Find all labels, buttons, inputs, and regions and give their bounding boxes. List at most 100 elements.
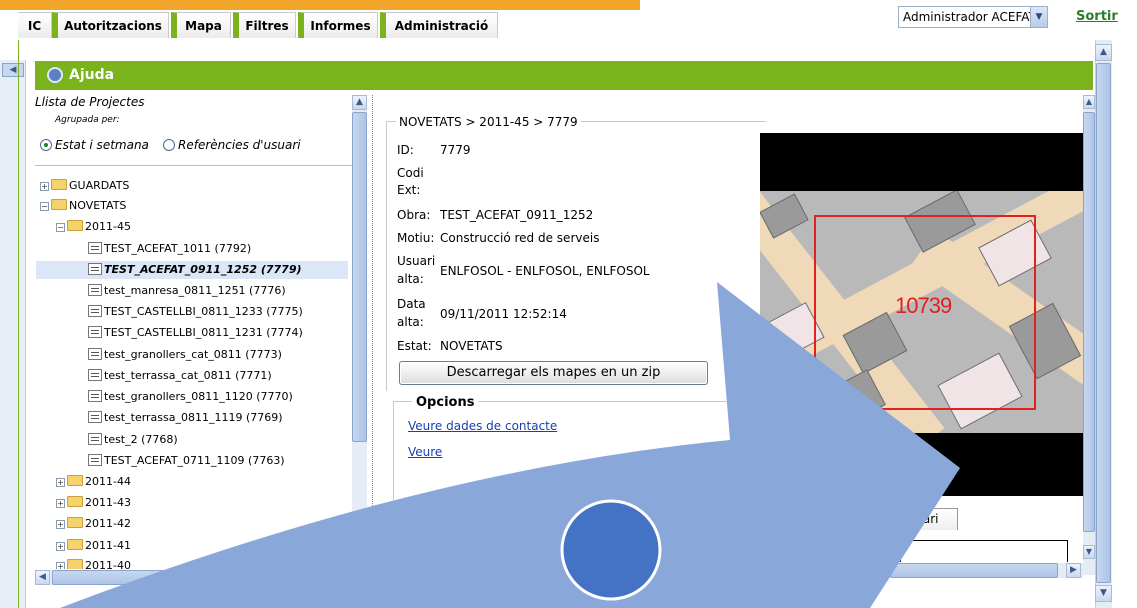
scroll-right-arrow-icon[interactable]: ▶ (1066, 563, 1081, 578)
tree-label: test_manresa_0811_1251 (7776) (104, 284, 286, 297)
expand-icon[interactable]: + (56, 520, 65, 529)
collapse-icon[interactable]: − (40, 202, 49, 211)
tree-item[interactable]: TEST_CASTELLBI_0811_1231 (7774) (88, 324, 303, 342)
folder-icon (67, 475, 83, 486)
document-icon (88, 348, 102, 360)
map-preview[interactable]: 10739 (760, 133, 1083, 496)
scroll-up-arrow-icon[interactable]: ▲ (352, 95, 367, 110)
tree-label: 2011-42 (85, 517, 131, 530)
scroll-left-arrow-icon[interactable]: ◀ (35, 570, 50, 585)
obra-label: Obra: (397, 208, 431, 222)
tab-label: Administració (394, 19, 489, 33)
tab-administracio[interactable]: Administració (380, 12, 498, 38)
tab-usuari[interactable]: suari (900, 508, 958, 530)
tree-item[interactable]: TEST_ACEFAT_1011 (7792) (88, 240, 251, 258)
radio-unchecked-icon[interactable] (163, 139, 175, 151)
tree-item[interactable]: test_2 (7768) (88, 431, 178, 449)
scroll-up-arrow-icon[interactable]: ▲ (1083, 95, 1095, 109)
tree-label: NOVETATS (69, 199, 127, 212)
document-icon (88, 390, 102, 402)
tree-item[interactable]: test_granollers_cat_0811 (7773) (88, 346, 282, 364)
help-icon (47, 67, 63, 83)
divider (35, 165, 353, 166)
scroll-down-arrow-icon[interactable]: ▼ (1095, 585, 1112, 602)
tree-label: test_terrassa_cat_0811 (7771) (104, 369, 272, 382)
expand-icon[interactable]: + (56, 478, 65, 487)
tab-autoritzacions[interactable]: Autoritzacions (52, 12, 169, 38)
tree-week-2011-43[interactable]: +2011-43 (56, 494, 131, 512)
tree-label: TEST_CASTELLBI_0811_1231 (7774) (104, 326, 303, 339)
download-maps-button[interactable]: Descarregar els mapes en un zip (399, 361, 708, 385)
expand-icon[interactable]: + (40, 182, 49, 191)
document-icon (88, 369, 102, 381)
group-option-status-week[interactable]: Estat i setmana (40, 138, 149, 152)
page-scroll-thumb[interactable] (1096, 63, 1111, 583)
map-image: 10739 (760, 191, 1083, 433)
tree-item[interactable]: test_terrassa_cat_0811 (7771) (88, 367, 272, 385)
folder-icon (67, 496, 83, 507)
tab-label: suari (909, 512, 939, 526)
tab-informes[interactable]: Informes (298, 12, 378, 38)
tab-filtres[interactable]: Filtres (233, 12, 296, 38)
chevron-down-icon[interactable]: ▼ (1030, 7, 1047, 27)
estat-label: Estat: (397, 339, 432, 353)
project-list-title: Llista de Projectes (35, 95, 145, 109)
tree-label: test_granollers_cat_0811 (7773) (104, 348, 282, 361)
scroll-up-arrow-icon[interactable]: ▲ (1095, 44, 1112, 61)
radio-checked-icon[interactable] (40, 139, 52, 151)
tree-week-2011-45[interactable]: − 2011-45 (56, 218, 131, 236)
tree-folder-guardats[interactable]: + GUARDATS (40, 177, 129, 195)
view-contact-link[interactable]: Veure dades de contacte (408, 419, 557, 433)
tab-label: IC (27, 19, 42, 33)
tree-item[interactable]: TEST_CASTELLBI_0811_1233 (7775) (88, 303, 303, 321)
document-icon (88, 454, 102, 466)
project-list-hscroll-thumb[interactable] (52, 570, 222, 585)
panel-splitter[interactable] (372, 95, 373, 608)
help-bar[interactable]: Ajuda (35, 61, 1093, 90)
tree-label: TEST_ACEFAT_0911_1252 (7779) (104, 263, 302, 276)
obra-value: TEST_ACEFAT_0911_1252 (440, 208, 594, 222)
logout-link[interactable]: Sortir (1076, 9, 1118, 24)
view-link[interactable]: Veure (408, 445, 442, 459)
project-list-scroll-thumb[interactable] (352, 112, 367, 442)
folder-open-icon (51, 199, 67, 210)
tree-item[interactable]: TEST_ACEFAT_0711_1109 (7763) (88, 452, 285, 470)
tree-week-2011-42[interactable]: +2011-42 (56, 515, 131, 533)
usuari-alta-label: alta: (397, 272, 424, 286)
expand-icon[interactable]: + (56, 499, 65, 508)
user-select-value: Administrador ACEFAT (903, 10, 1036, 24)
tree-week-2011-41[interactable]: +2011-41 (56, 537, 131, 555)
tree-item[interactable]: test_granollers_0811_1120 (7770) (88, 388, 293, 406)
tab-ic[interactable]: IC (18, 12, 52, 38)
folder-icon (67, 517, 83, 528)
tree-item-selected[interactable]: TEST_ACEFAT_0911_1252 (7779) (36, 261, 348, 279)
tree-week-2011-40[interactable]: +2011-40 (56, 557, 131, 569)
expand-icon[interactable]: + (56, 542, 65, 551)
collapse-icon[interactable]: − (56, 223, 65, 232)
group-option-user-refs[interactable]: Referències d'usuari (163, 138, 301, 152)
folder-open-icon (67, 220, 83, 231)
data-value: 09/11/2011 12:52:14 (440, 307, 567, 321)
tree-week-2011-44[interactable]: +2011-44 (56, 473, 131, 491)
tab-label: Autoritzacions (64, 19, 162, 33)
group-by-label: Agrupada per: (55, 115, 120, 125)
detail-scroll-thumb[interactable] (1083, 112, 1095, 532)
expand-icon[interactable]: + (56, 562, 65, 569)
document-icon (88, 284, 102, 296)
usuari-label: Usuari (397, 254, 436, 268)
options-title: Opcions (412, 395, 479, 410)
tree-label: test_2 (7768) (104, 433, 178, 446)
detail-hscroll-thumb[interactable] (890, 563, 1058, 578)
document-icon (88, 326, 102, 338)
ext-label: Ext: (397, 183, 421, 197)
tree-label: 2011-41 (85, 539, 131, 552)
tab-mapa[interactable]: Mapa (171, 12, 231, 38)
tree-label: 2011-40 (85, 559, 131, 569)
folder-icon (67, 539, 83, 550)
tree-item[interactable]: test_terrassa_0811_1119 (7769) (88, 409, 283, 427)
user-select[interactable]: Administrador ACEFAT ▼ (898, 6, 1048, 28)
tree-item[interactable]: test_manresa_0811_1251 (7776) (88, 282, 286, 300)
scroll-down-arrow-icon[interactable]: ▼ (1083, 545, 1095, 559)
breadcrumb: NOVETATS > 2011-45 > 7779 (396, 115, 581, 129)
tree-folder-novetats[interactable]: − NOVETATS (40, 197, 126, 215)
